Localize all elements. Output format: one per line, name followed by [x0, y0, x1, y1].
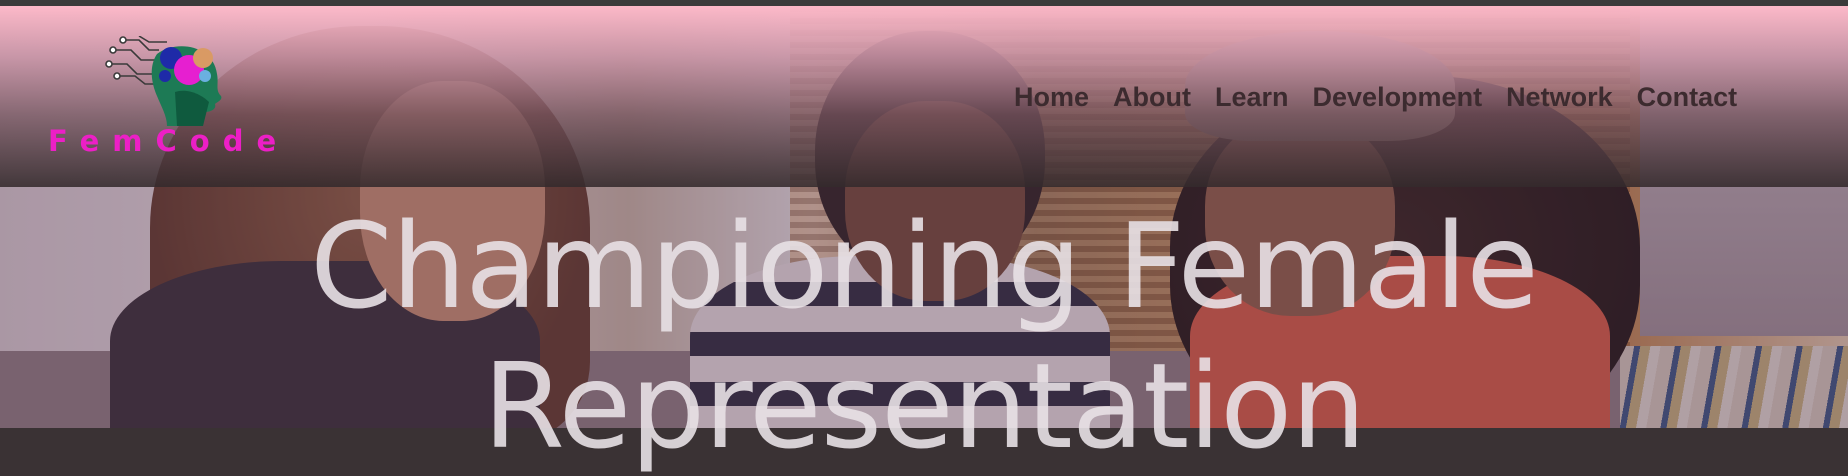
nav-home-link[interactable]: Home [1014, 82, 1101, 113]
nav-network-link[interactable]: Network [1494, 82, 1625, 113]
hero-title: Championing Female Representation [310, 197, 1539, 475]
nav-development-link[interactable]: Development [1301, 82, 1495, 113]
brand-name: FemCode [48, 124, 290, 158]
nav-about-link[interactable]: About [1101, 82, 1203, 113]
top-strip [0, 0, 1848, 6]
site-logo[interactable]: FemCode [40, 36, 280, 166]
nav-learn-link[interactable]: Learn [1203, 82, 1301, 113]
circuit-head-icon [105, 36, 222, 126]
nav-contact-link[interactable]: Contact [1625, 82, 1750, 113]
main-nav: Home About Learn Development Network Con… [1014, 82, 1749, 113]
site-header: FemCode Home About Learn Development Net… [0, 6, 1848, 187]
